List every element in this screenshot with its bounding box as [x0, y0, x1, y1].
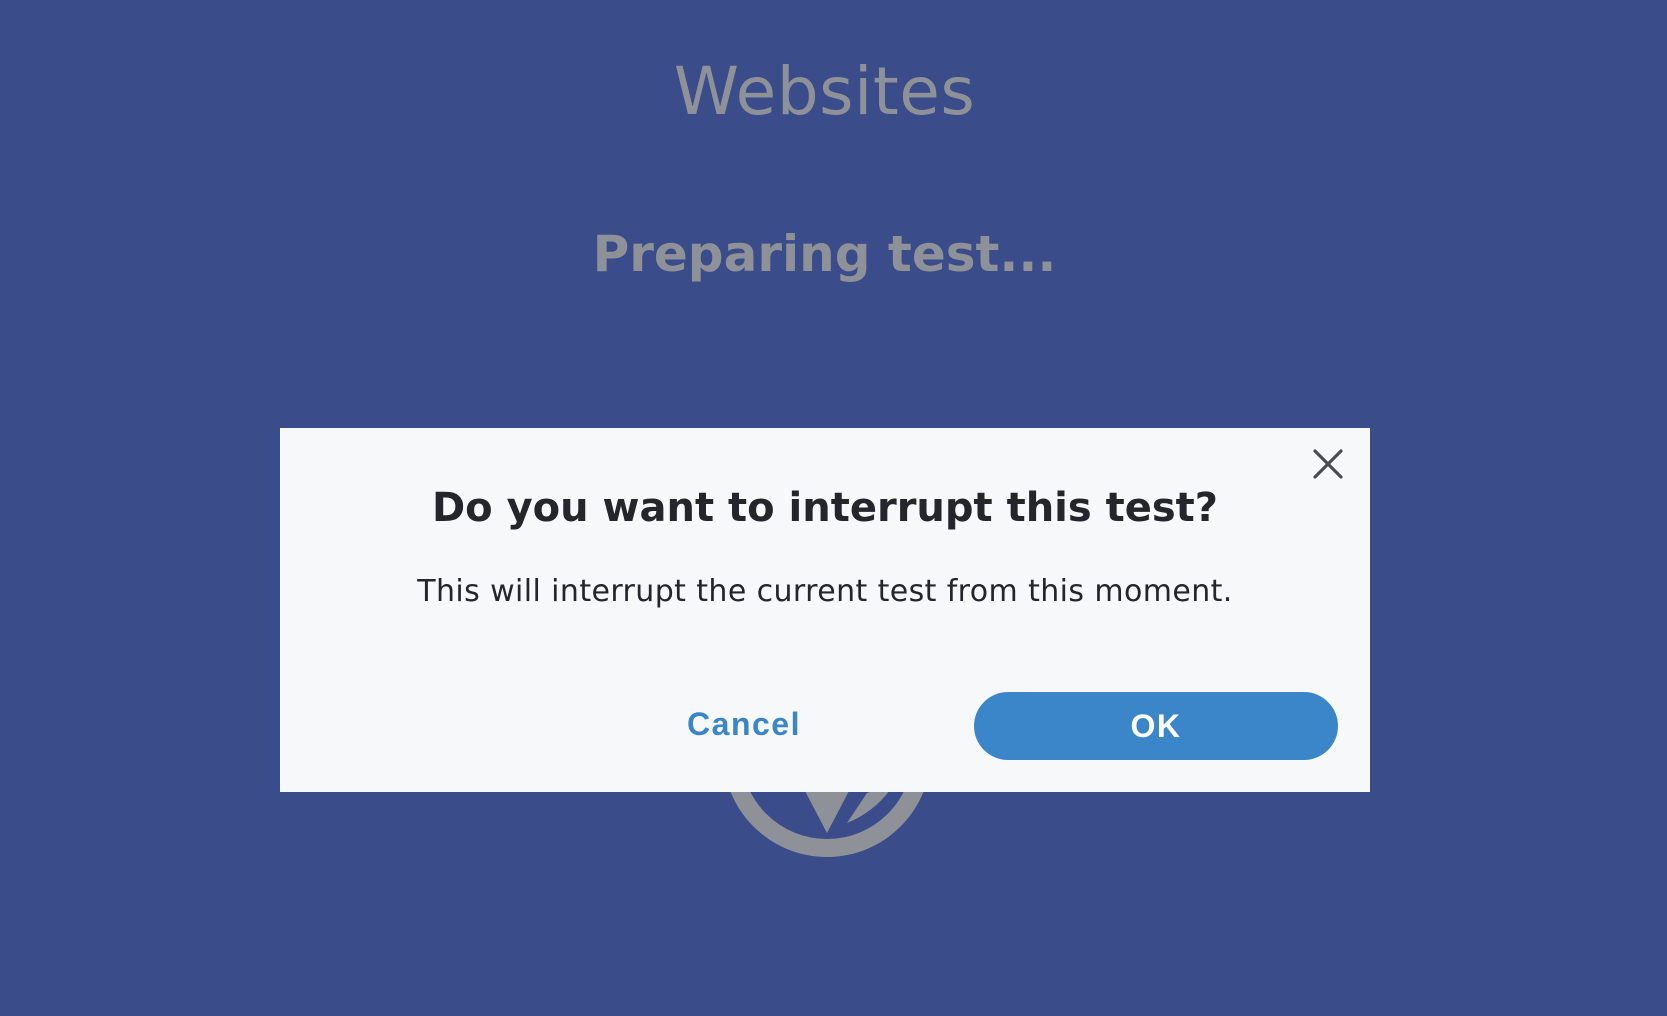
- cancel-button[interactable]: Cancel: [645, 690, 843, 758]
- dialog-message: This will interrupt the current test fro…: [417, 574, 1233, 609]
- ok-button[interactable]: OK: [974, 692, 1338, 760]
- close-icon: [1313, 449, 1343, 479]
- preparing-status-text: Preparing test...: [592, 225, 1057, 283]
- page-title: Websites: [673, 53, 976, 130]
- dialog-title: Do you want to interrupt this test?: [431, 485, 1219, 531]
- interrupt-test-dialog: Do you want to interrupt this test? This…: [280, 428, 1370, 792]
